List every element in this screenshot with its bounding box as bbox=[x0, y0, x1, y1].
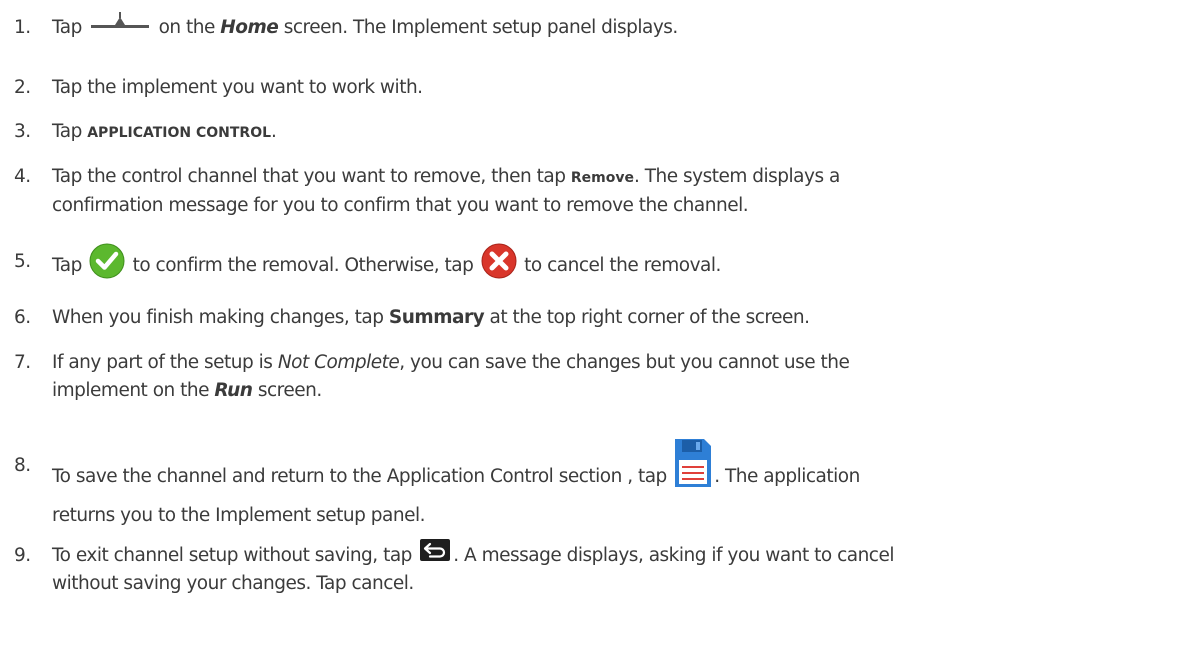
instructions-page: 1. Tap on the Home screen. The Implement… bbox=[0, 0, 1188, 649]
ui-label: Summary bbox=[388, 307, 485, 328]
cancel-x-icon bbox=[481, 243, 517, 279]
checkmark-icon bbox=[89, 243, 125, 279]
step-text: To exit channel setup without saving, ta… bbox=[52, 539, 894, 598]
save-disk-icon bbox=[675, 439, 712, 487]
step-number: 4. bbox=[14, 166, 31, 187]
step-text: Tap on the Home screen. The Implement se… bbox=[52, 12, 678, 42]
step-number: 2. bbox=[14, 77, 31, 98]
step-text: To save the channel and return to the Ap… bbox=[52, 439, 860, 530]
ui-label: APPLICATION CONTROL bbox=[87, 125, 272, 141]
step-number: 9. bbox=[14, 545, 31, 566]
step-text: If any part of the setup is Not Complete… bbox=[52, 352, 850, 401]
step-number: 5. bbox=[14, 251, 31, 272]
step-number: 6. bbox=[14, 307, 31, 328]
implement-icon bbox=[91, 12, 150, 28]
step-text: Tap the implement you want to work with. bbox=[52, 77, 423, 98]
step-text: Tap the control channel that you want to… bbox=[52, 166, 840, 216]
step-text: When you finish making changes, tap Summ… bbox=[52, 307, 810, 328]
step-number: 7. bbox=[14, 352, 31, 373]
step-number: 1. bbox=[14, 17, 31, 38]
step-text: Tap to confirm the removal. Otherwise, t… bbox=[52, 243, 721, 284]
step-number: 8. bbox=[14, 455, 31, 476]
step-number: 3. bbox=[14, 121, 31, 142]
back-arrow-icon bbox=[420, 539, 451, 561]
ui-label: Remove bbox=[570, 170, 634, 186]
step-text: Tap APPLICATION CONTROL. bbox=[52, 121, 277, 142]
